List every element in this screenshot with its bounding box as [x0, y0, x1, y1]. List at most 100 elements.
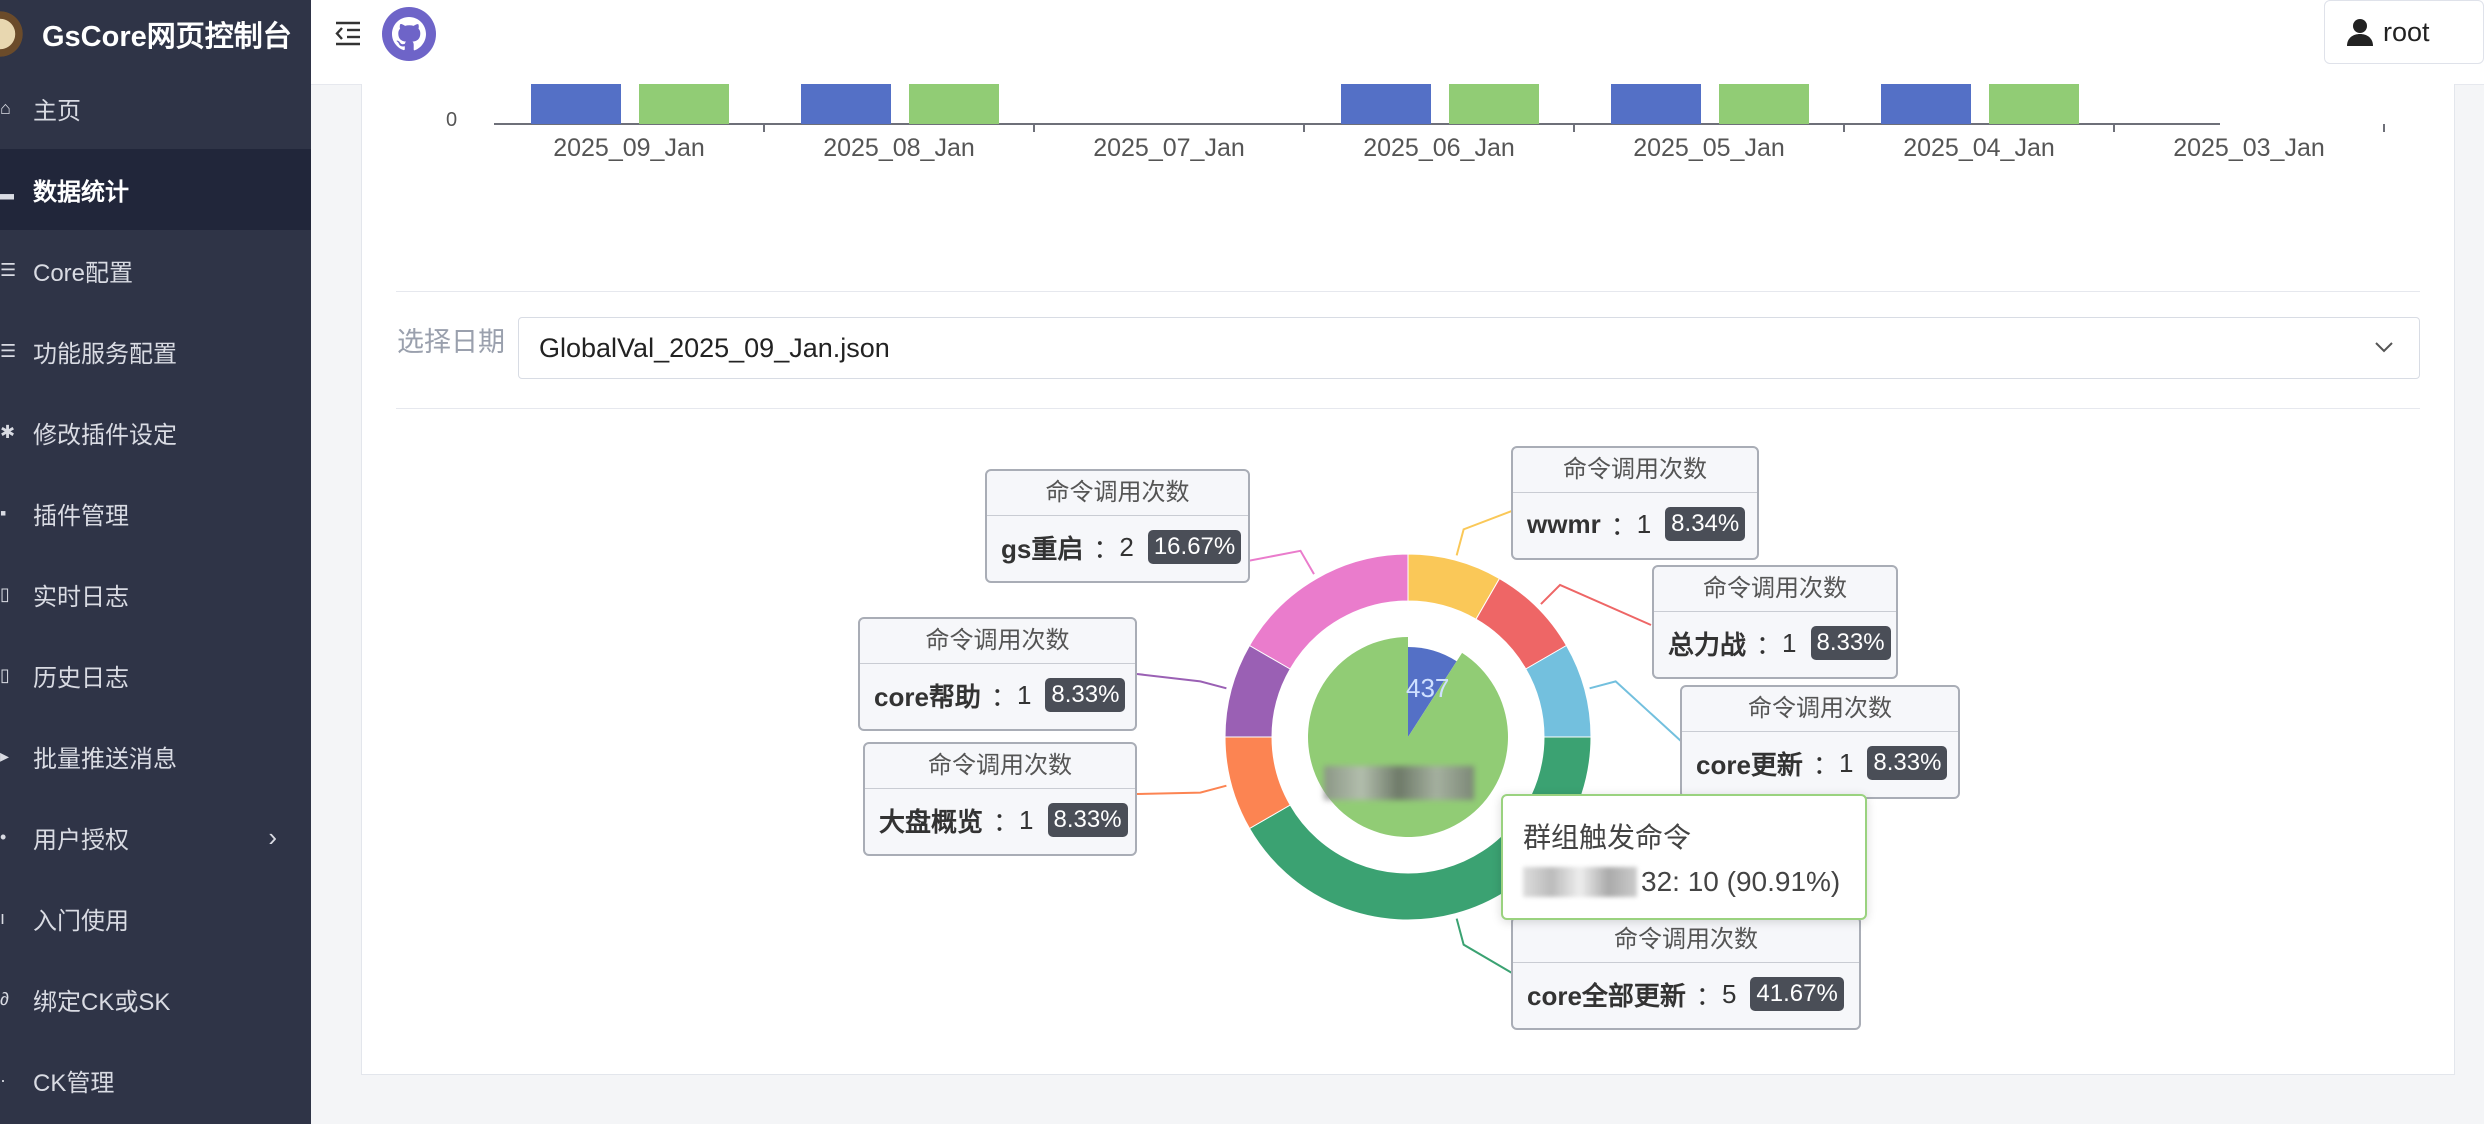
pie-chart: 437 — [1136, 500, 1683, 974]
sidebar-menu: ⌂ 主页 ▂ 数据统计 ☰ Core配置 ☰ 功能服务配置 ✱ 修改插件设定 ▪ 插件管理 … — [0, 68, 311, 1121]
leader-line — [1589, 680, 1683, 743]
app-title: GsCore网页控制台 — [42, 21, 292, 53]
sidebar-item-label: 入门使用 — [33, 908, 129, 935]
github-icon[interactable] — [381, 6, 437, 62]
sidebar-item-bind-ck[interactable]: ∂ 绑定CK或SK — [0, 959, 311, 1040]
chart-tooltip: 群组触发命令 32: 10 (90.91%) — [1501, 794, 1867, 920]
sidebar-item-push[interactable]: ▸ 批量推送消息 — [0, 716, 311, 797]
separator: ： — [1695, 980, 1722, 1011]
key-icon: · — [0, 1070, 6, 1090]
sidebar-item-label: 插件管理 — [33, 503, 129, 530]
pie-label-core-update: 命令调用次数 core更新 ： 1 8.33% — [1680, 685, 1960, 799]
slice-percent: 8.33% — [1047, 803, 1128, 837]
sidebar-item-plugin-manage[interactable]: ▪ 插件管理 — [0, 473, 311, 554]
sidebar-item-label: 数据统计 — [33, 179, 129, 206]
pie-label-core-help: 命令调用次数 core帮助 ： 1 8.33% — [858, 617, 1137, 731]
sidebar-item-stats[interactable]: ▂ 数据统计 — [0, 149, 311, 230]
leader-line — [1455, 918, 1513, 974]
file-icon: ▯ — [0, 584, 10, 604]
pie-label-zonglizhan: 命令调用次数 总力战 ： 1 8.33% — [1652, 565, 1898, 679]
slice-percent: 8.33% — [1867, 746, 1948, 780]
user-name: root — [2383, 16, 2430, 47]
pie-label-title: 命令调用次数 — [987, 471, 1248, 516]
list-icon: ☰ — [0, 341, 17, 361]
sidebar-item-label: 功能服务配置 — [33, 341, 177, 368]
chevron-right-icon: › — [268, 822, 277, 852]
separator: ： — [990, 681, 1017, 712]
sidebar-item-auth[interactable]: • 用户授权 › — [0, 797, 311, 878]
leader-line — [1136, 784, 1227, 795]
pie-label-core-full-update: 命令调用次数 core全部更新 ： 5 41.67% — [1511, 916, 1861, 1030]
separator: ： — [1756, 629, 1783, 660]
slice-value: 2 — [1119, 531, 1134, 562]
slice-percent: 8.33% — [1810, 626, 1891, 660]
separator: ： — [1812, 749, 1839, 780]
logo — [0, 9, 28, 59]
sidebar-item-label: 实时日志 — [33, 584, 129, 611]
collapse-menu-icon[interactable] — [333, 18, 363, 48]
slice-value: 1 — [1838, 747, 1854, 778]
list-icon: ☰ — [0, 260, 17, 280]
pie-label-gs-restart: 命令调用次数 gs重启 ： 2 16.67% — [985, 469, 1250, 583]
sidebar-item-service-config[interactable]: ☰ 功能服务配置 — [0, 311, 311, 392]
sidebar-item-core-config[interactable]: ☰ Core配置 — [0, 230, 311, 311]
separator: ： — [1610, 510, 1637, 541]
slice-name: gs重启 — [1001, 533, 1084, 564]
chart-icon: ▂ — [0, 179, 14, 199]
sidebar-item-label: 修改插件设定 — [33, 422, 177, 449]
pie-label-dapan: 命令调用次数 大盘概览 ： 1 8.33% — [863, 742, 1137, 856]
slice-percent: 8.33% — [1045, 678, 1126, 712]
inner-pie-slice[interactable] — [1308, 637, 1508, 837]
sidebar-item-live-log[interactable]: ▯ 实时日志 — [0, 554, 311, 635]
slice-name: core帮助 — [874, 681, 981, 712]
tooltip-value: 32: 10 (90.91%) — [1523, 866, 1845, 898]
sidebar-item-plugin-settings[interactable]: ✱ 修改插件设定 — [0, 392, 311, 473]
inner-pie-blurred-label — [1324, 766, 1474, 800]
tooltip-title: 群组触发命令 — [1523, 822, 1692, 853]
sidebar-item-label: 批量推送消息 — [33, 746, 177, 773]
gear-icon: ✱ — [0, 422, 16, 442]
sidebar-item-label: CK管理 — [33, 1070, 115, 1097]
separator: ： — [993, 806, 1020, 837]
pie-label-title: 命令调用次数 — [1513, 918, 1859, 963]
sidebar-item-label: 历史日志 — [33, 665, 129, 692]
slice-value: 5 — [1721, 978, 1737, 1009]
pie-label-title: 命令调用次数 — [860, 619, 1135, 664]
sidebar-item-history-log[interactable]: ▯ 历史日志 — [0, 635, 311, 716]
pie-label-title: 命令调用次数 — [865, 744, 1135, 789]
brand: GsCore网页控制台 — [0, 0, 311, 68]
slice-name: 大盘概览 — [879, 806, 984, 837]
tooltip-blurred-id — [1523, 867, 1637, 897]
arrow-icon: ı — [0, 908, 6, 928]
user-icon — [2347, 19, 2373, 46]
sidebar-item-label: 绑定CK或SK — [33, 989, 171, 1016]
slice-percent: 41.67% — [1750, 977, 1844, 1011]
file-icon: ▯ — [0, 665, 10, 685]
top-bar: root — [311, 0, 2484, 85]
pie-label-title: 命令调用次数 — [1513, 448, 1757, 493]
leader-line — [1136, 673, 1227, 690]
plug-icon: ▪ — [0, 503, 7, 523]
pie-label-title: 命令调用次数 — [1682, 687, 1958, 732]
slice-percent: 16.67% — [1147, 530, 1242, 564]
slice-value: 1 — [1016, 679, 1032, 710]
tooltip-value-text: 32: 10 (90.91%) — [1641, 866, 1841, 897]
home-icon: ⌂ — [0, 98, 11, 118]
sidebar-item-guide[interactable]: ı 入门使用 — [0, 878, 311, 959]
separator: ： — [1093, 533, 1120, 564]
send-icon: ▸ — [0, 746, 10, 766]
main-panel: 2025_09_Jan 2025_08_Jan 2025_07_Jan 2025_06… — [361, 84, 2455, 1075]
sidebar-item-home[interactable]: ⌂ 主页 — [0, 68, 311, 149]
slice-percent: 8.34% — [1665, 507, 1746, 541]
slice-value: 1 — [1019, 804, 1034, 835]
sidebar-item-label: 主页 — [33, 98, 81, 125]
user-menu-button[interactable]: root — [2324, 0, 2484, 64]
sidebar-item-ck-manage[interactable]: · CK管理 — [0, 1040, 311, 1121]
sidebar-item-label: Core配置 — [33, 260, 134, 287]
sidebar: GsCore网页控制台 ⌂ 主页 ▂ 数据统计 ☰ Core配置 ☰ 功能服务配置 ✱ 修… — [0, 0, 311, 1124]
link-icon: ∂ — [0, 989, 9, 1009]
slice-name: core全部更新 — [1527, 980, 1686, 1011]
pie-label-title: 命令调用次数 — [1654, 567, 1896, 612]
sidebar-item-label: 用户授权 — [33, 827, 129, 854]
slice-value: 1 — [1782, 627, 1797, 658]
